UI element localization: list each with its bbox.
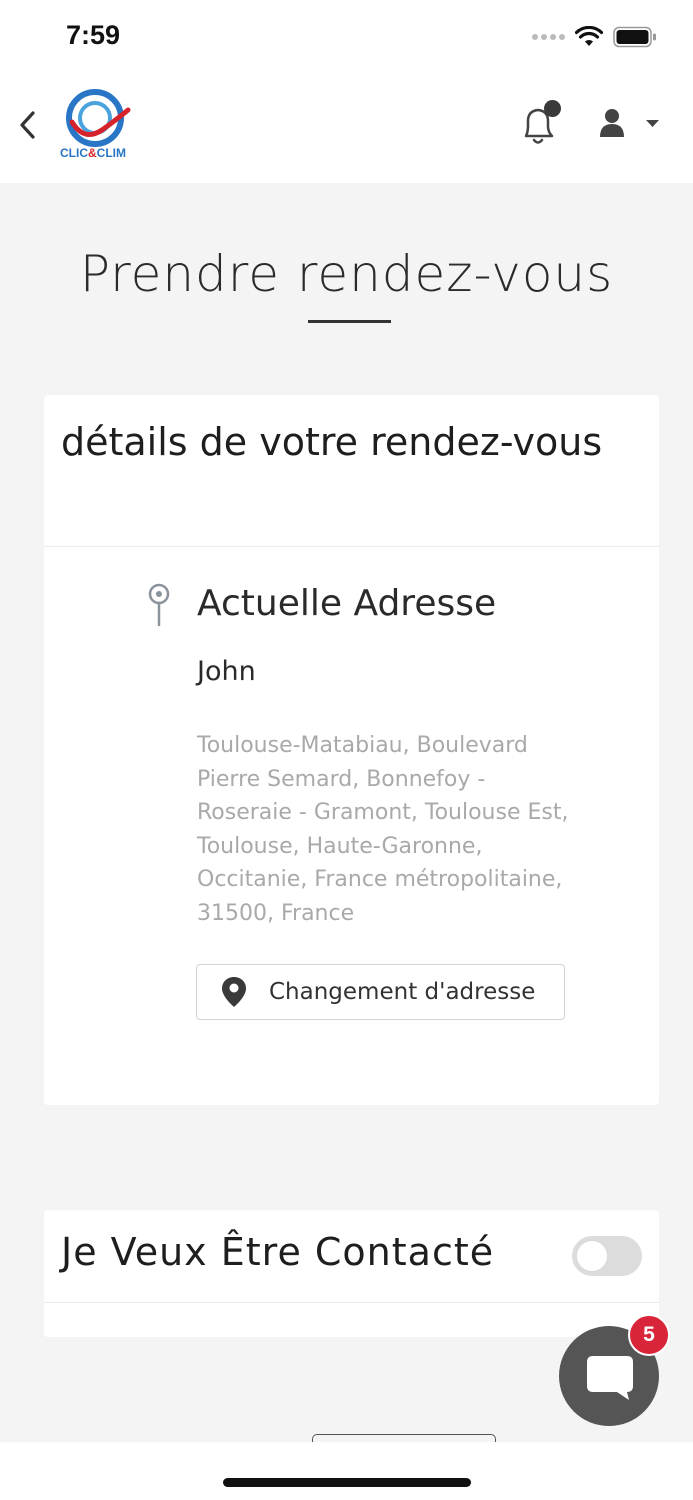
address-name: John	[197, 656, 256, 687]
divider	[44, 1302, 659, 1303]
appointment-details-card: détails de votre rendez-vous Actuelle Ad…	[44, 395, 659, 1105]
home-indicator[interactable]	[223, 1478, 471, 1487]
toggle-knob	[577, 1241, 607, 1271]
status-icons	[532, 26, 657, 48]
contact-card: Je Veux Être Contacté	[44, 1210, 659, 1337]
top-bar: 7:59 CLIC&CLIM	[0, 0, 693, 183]
logo-text: CLIC&CLIM	[60, 146, 126, 160]
wifi-icon	[575, 26, 603, 46]
chat-badge: 5	[628, 1314, 670, 1356]
contact-toggle[interactable]	[572, 1236, 642, 1276]
battery-icon	[613, 26, 656, 48]
change-address-button[interactable]: Changement d'adresse	[196, 964, 565, 1020]
page-title: Prendre rendez-vous	[79, 245, 614, 303]
address-text: Toulouse-Matabiau, Boulevard Pierre Sema…	[197, 733, 569, 926]
map-marker-icon	[222, 977, 246, 1007]
cellular-signal-icon	[532, 34, 565, 40]
contact-label: Je Veux Être Contacté	[61, 1230, 495, 1274]
user-menu-icon[interactable]	[596, 108, 662, 138]
bottom-bar	[0, 1442, 693, 1500]
location-pin-outline-icon	[148, 583, 170, 627]
card-header: détails de votre rendez-vous	[44, 395, 659, 547]
status-time: 7:59	[66, 20, 121, 50]
change-address-label: Changement d'adresse	[269, 979, 536, 1005]
back-chevron-icon[interactable]	[12, 108, 42, 142]
title-underline	[308, 320, 391, 323]
address-title: Actuelle Adresse	[197, 583, 497, 624]
chat-bubble-icon	[587, 1356, 633, 1400]
notification-dot	[544, 100, 561, 117]
